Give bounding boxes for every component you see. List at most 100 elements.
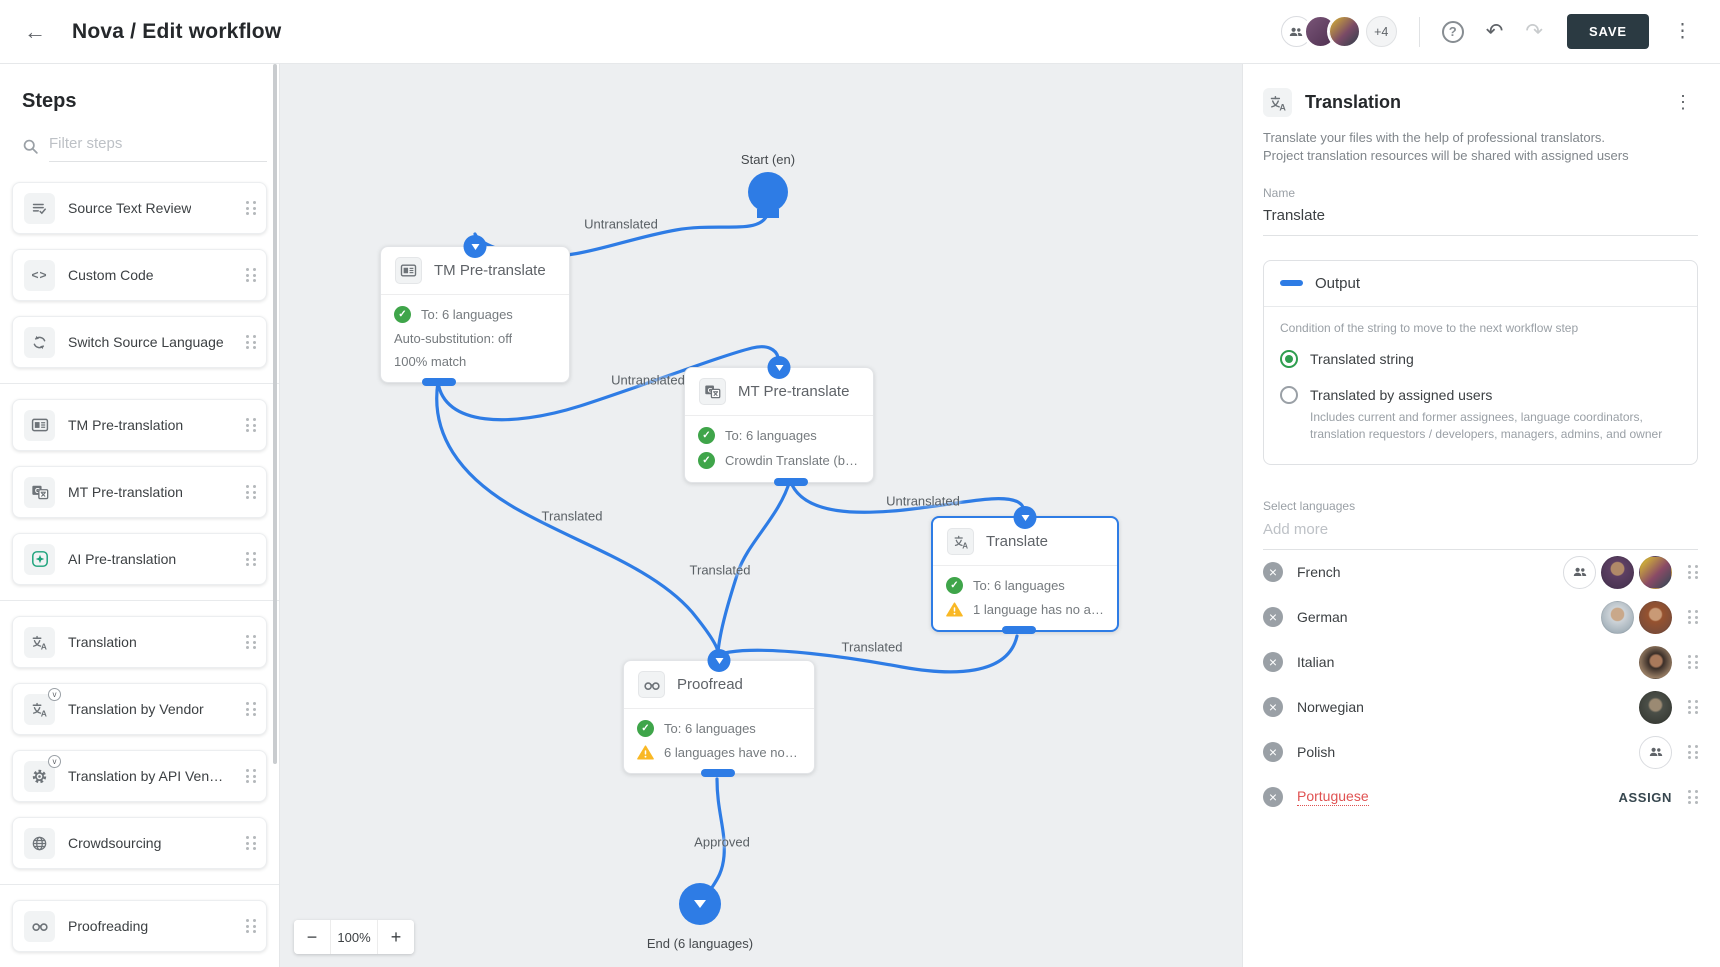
drag-handle[interactable] bbox=[1688, 655, 1698, 669]
name-field-label: Name bbox=[1263, 186, 1698, 200]
redo-icon: ↷ bbox=[1525, 21, 1543, 42]
node-mt-pre-translate[interactable]: MT Pre-translate ✓To: 6 languages ✓Crowd… bbox=[684, 367, 874, 483]
output-connector[interactable] bbox=[701, 769, 735, 777]
group-avatar[interactable] bbox=[1563, 556, 1596, 589]
check-icon: ✓ bbox=[637, 720, 654, 737]
name-input[interactable] bbox=[1263, 202, 1698, 236]
warning-icon bbox=[637, 745, 654, 760]
end-node[interactable] bbox=[679, 883, 721, 925]
node-proofread[interactable]: Proofread ✓To: 6 languages 6 languages h… bbox=[623, 660, 815, 774]
drag-handle[interactable] bbox=[1688, 610, 1698, 624]
step-item-translation[interactable]: Translation bbox=[12, 616, 267, 668]
drag-handle[interactable] bbox=[246, 335, 256, 349]
step-item-translation-by-vendor[interactable]: v Translation by Vendor bbox=[12, 683, 267, 735]
drag-handle[interactable] bbox=[1688, 790, 1698, 804]
step-item-proofreading[interactable]: Proofreading bbox=[12, 900, 267, 952]
group-avatar[interactable] bbox=[1639, 736, 1672, 769]
remove-language-icon[interactable]: × bbox=[1263, 697, 1283, 717]
node-tm-pre-translate[interactable]: TM Pre-translate ✓To: 6 languages Auto-s… bbox=[380, 246, 570, 383]
input-connector[interactable] bbox=[1014, 506, 1037, 529]
output-connector[interactable] bbox=[774, 478, 808, 486]
output-connector[interactable] bbox=[1002, 626, 1036, 634]
radio-translated-string[interactable]: Translated string bbox=[1280, 350, 1681, 368]
remove-language-icon[interactable]: × bbox=[1263, 562, 1283, 582]
output-connector[interactable] bbox=[422, 378, 456, 386]
glasses-icon bbox=[638, 671, 665, 698]
edge-label: Approved bbox=[694, 835, 750, 850]
start-node-label: Start (en) bbox=[741, 152, 795, 167]
remove-language-icon[interactable]: × bbox=[1263, 742, 1283, 762]
drag-handle[interactable] bbox=[1688, 565, 1698, 579]
avatar[interactable] bbox=[1639, 646, 1672, 679]
input-connector[interactable] bbox=[464, 235, 487, 258]
step-item-tm-pre-translation[interactable]: TM Pre-translation bbox=[12, 399, 267, 451]
steps-sidebar: Steps Source Text Review <> Custom Code … bbox=[0, 64, 280, 967]
drag-handle[interactable] bbox=[246, 769, 256, 783]
avatar[interactable] bbox=[1639, 691, 1672, 724]
avatar[interactable] bbox=[1601, 556, 1634, 589]
drag-handle[interactable] bbox=[246, 552, 256, 566]
drag-handle[interactable] bbox=[1688, 745, 1698, 759]
drag-handle[interactable] bbox=[246, 268, 256, 282]
check-icon: ✓ bbox=[946, 577, 963, 594]
drag-handle[interactable] bbox=[246, 485, 256, 499]
avatar[interactable] bbox=[1601, 601, 1634, 634]
radio-selected-icon[interactable] bbox=[1280, 350, 1298, 368]
assign-button[interactable]: ASSIGN bbox=[1619, 790, 1672, 805]
step-item-switch-source-language[interactable]: Switch Source Language bbox=[12, 316, 267, 368]
step-settings-panel: Translation ⋮ Translate your files with … bbox=[1242, 64, 1720, 967]
step-item-ai-pre-translation[interactable]: AI Pre-translation bbox=[12, 533, 267, 585]
input-connector[interactable] bbox=[768, 356, 791, 379]
globe-icon bbox=[24, 828, 55, 859]
remove-language-icon[interactable]: × bbox=[1263, 652, 1283, 672]
step-item-crowdsourcing[interactable]: Crowdsourcing bbox=[12, 817, 267, 869]
back-button[interactable]: ← bbox=[22, 19, 48, 45]
zoom-control: − 100% + bbox=[294, 920, 414, 954]
more-options-icon[interactable]: ⋮ bbox=[1667, 18, 1698, 45]
zoom-in-button[interactable]: + bbox=[378, 920, 414, 954]
edge-label: Untranslated bbox=[611, 373, 685, 388]
start-node[interactable] bbox=[748, 172, 788, 212]
undo-icon[interactable]: ↶ bbox=[1486, 21, 1504, 42]
drag-handle[interactable] bbox=[246, 635, 256, 649]
zoom-out-button[interactable]: − bbox=[294, 920, 330, 954]
drag-handle[interactable] bbox=[246, 201, 256, 215]
avatar[interactable] bbox=[1639, 556, 1672, 589]
avatar[interactable] bbox=[1639, 601, 1672, 634]
step-item-source-text-review[interactable]: Source Text Review bbox=[12, 182, 267, 234]
start-node-output[interactable] bbox=[757, 209, 779, 218]
drag-handle[interactable] bbox=[246, 836, 256, 850]
step-item-mt-pre-translation[interactable]: MT Pre-translation bbox=[12, 466, 267, 518]
input-connector[interactable] bbox=[708, 649, 731, 672]
sidebar-scrollbar[interactable] bbox=[273, 64, 277, 764]
radio-unselected-icon[interactable] bbox=[1280, 386, 1298, 404]
drag-handle[interactable] bbox=[246, 919, 256, 933]
node-translate[interactable]: Translate ✓To: 6 languages 1 language ha… bbox=[931, 516, 1119, 632]
add-language-input[interactable] bbox=[1263, 515, 1698, 550]
step-item-custom-code[interactable]: <> Custom Code bbox=[12, 249, 267, 301]
check-icon: ✓ bbox=[394, 306, 411, 323]
check-icon: ✓ bbox=[698, 427, 715, 444]
avatar-overflow-badge[interactable]: +4 bbox=[1366, 16, 1397, 47]
collaborator-avatars[interactable]: +4 bbox=[1281, 16, 1397, 47]
remove-language-icon[interactable]: × bbox=[1263, 607, 1283, 627]
sidebar-title: Steps bbox=[22, 90, 279, 113]
remove-language-icon[interactable]: × bbox=[1263, 787, 1283, 807]
language-list: × French × German × Italian bbox=[1263, 550, 1698, 820]
panel-description: Translate your files with the help of pr… bbox=[1263, 129, 1698, 166]
drag-handle[interactable] bbox=[246, 418, 256, 432]
output-card: Output Condition of the string to move t… bbox=[1263, 260, 1698, 465]
panel-more-options-icon[interactable]: ⋮ bbox=[1668, 90, 1698, 115]
help-icon[interactable]: ? bbox=[1442, 21, 1464, 43]
translate-icon bbox=[1263, 88, 1292, 117]
drag-handle[interactable] bbox=[246, 702, 256, 716]
drag-handle[interactable] bbox=[1688, 700, 1698, 714]
switch-icon bbox=[24, 327, 55, 358]
filter-steps-input[interactable] bbox=[49, 131, 267, 162]
save-button[interactable]: SAVE bbox=[1567, 14, 1649, 49]
workflow-canvas[interactable]: Untranslated Untranslated Untranslated T… bbox=[280, 64, 1242, 967]
radio-option-description: Includes current and former assignees, l… bbox=[1310, 409, 1681, 444]
translate-icon bbox=[24, 627, 55, 658]
step-item-translation-by-api-vendor[interactable]: v Translation by API Ven… bbox=[12, 750, 267, 802]
radio-translated-by-assigned-users[interactable]: Translated by assigned users bbox=[1280, 386, 1681, 404]
